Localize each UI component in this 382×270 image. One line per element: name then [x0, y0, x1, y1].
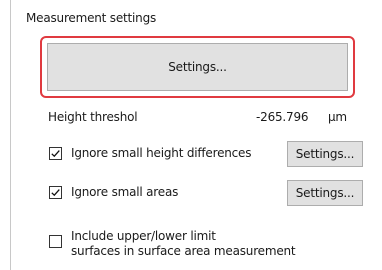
settings-button-label: Settings... [168, 60, 227, 74]
checkmark-icon [51, 189, 60, 197]
ignore-small-height-checkbox[interactable] [49, 147, 62, 160]
left-divider [10, 0, 11, 270]
ignore-small-height-label: Ignore small height differences [71, 146, 252, 160]
height-threshold-unit: μm [328, 110, 347, 124]
include-limit-surfaces-label-line1: Include upper/lower limit [71, 229, 216, 243]
ignore-small-areas-label: Ignore small areas [71, 185, 179, 199]
ignore-small-height-settings-button[interactable]: Settings... [287, 141, 363, 167]
include-limit-surfaces-checkbox[interactable] [49, 235, 62, 248]
settings-button[interactable]: Settings... [47, 43, 348, 91]
include-limit-surfaces-label-line2: surfaces in surface area measurement [71, 244, 296, 258]
ignore-small-areas-checkbox[interactable] [49, 186, 62, 199]
settings-button-label: Settings... [295, 186, 355, 200]
include-limit-surfaces-label: Include upper/lower limit surfaces in su… [71, 229, 296, 259]
ignore-small-areas-settings-button[interactable]: Settings... [287, 180, 363, 206]
settings-button-label: Settings... [295, 147, 355, 161]
panel-title: Measurement settings [26, 11, 157, 25]
height-threshold-value[interactable]: -265.796 [256, 110, 309, 124]
height-threshold-label: Height threshol [48, 110, 138, 124]
measurement-settings-panel: Measurement settings Settings... Height … [0, 0, 382, 270]
checkmark-icon [51, 150, 60, 158]
